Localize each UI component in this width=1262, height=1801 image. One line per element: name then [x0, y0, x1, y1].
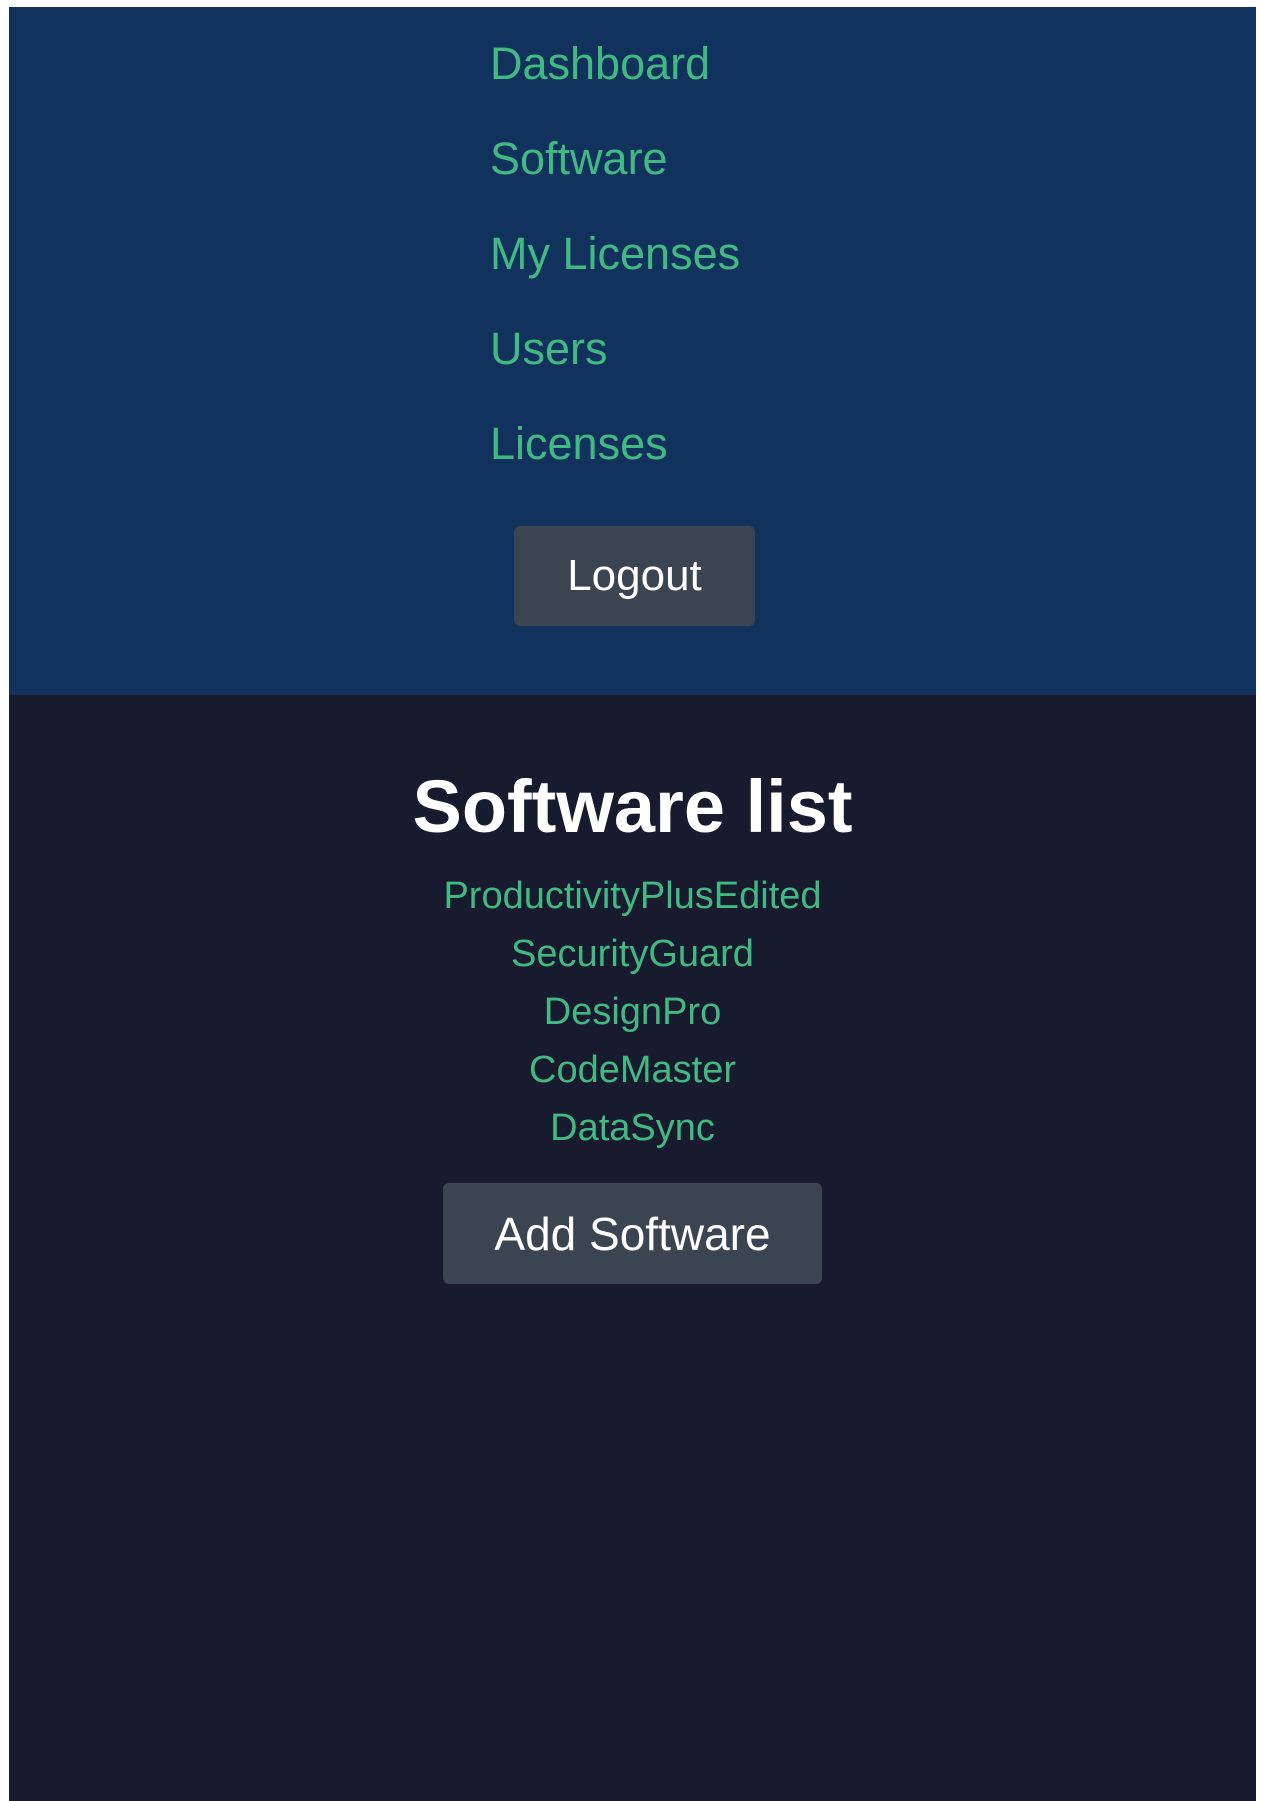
logout-button[interactable]: Logout	[514, 526, 755, 626]
nav-list: Dashboard Software My Licenses Users Lic…	[490, 27, 740, 502]
software-link-productivityplusedited[interactable]: ProductivityPlusEdited	[443, 875, 821, 917]
page-title: Software list	[412, 765, 853, 848]
nav-link-my-licenses[interactable]: My Licenses	[490, 217, 740, 276]
nav-item-licenses: Licenses	[490, 407, 740, 502]
main-content: Software list ProductivityPlusEdited Sec…	[9, 695, 1256, 1284]
software-list-item: ProductivityPlusEdited	[9, 867, 1256, 925]
nav-item-dashboard: Dashboard	[490, 27, 740, 122]
nav-item-users: Users	[490, 312, 740, 407]
nav-link-licenses[interactable]: Licenses	[490, 407, 668, 466]
nav-item-my-licenses: My Licenses	[490, 217, 740, 312]
software-link-designpro[interactable]: DesignPro	[544, 991, 721, 1033]
software-link-securityguard[interactable]: SecurityGuard	[511, 933, 754, 975]
nav-link-users[interactable]: Users	[490, 312, 608, 371]
software-list-item: DataSync	[9, 1099, 1256, 1157]
app-root: Dashboard Software My Licenses Users Lic…	[9, 7, 1256, 1801]
nav-link-dashboard[interactable]: Dashboard	[490, 27, 710, 86]
software-list-item: SecurityGuard	[9, 925, 1256, 983]
nav-link-software[interactable]: Software	[490, 122, 668, 181]
add-software-button[interactable]: Add Software	[443, 1183, 822, 1284]
top-nav: Dashboard Software My Licenses Users Lic…	[9, 7, 1256, 695]
software-link-datasync[interactable]: DataSync	[550, 1107, 715, 1149]
nav-item-software: Software	[490, 122, 740, 217]
software-list: ProductivityPlusEdited SecurityGuard Des…	[9, 867, 1256, 1157]
software-list-item: CodeMaster	[9, 1041, 1256, 1099]
software-link-codemaster[interactable]: CodeMaster	[529, 1049, 736, 1091]
software-list-item: DesignPro	[9, 983, 1256, 1041]
